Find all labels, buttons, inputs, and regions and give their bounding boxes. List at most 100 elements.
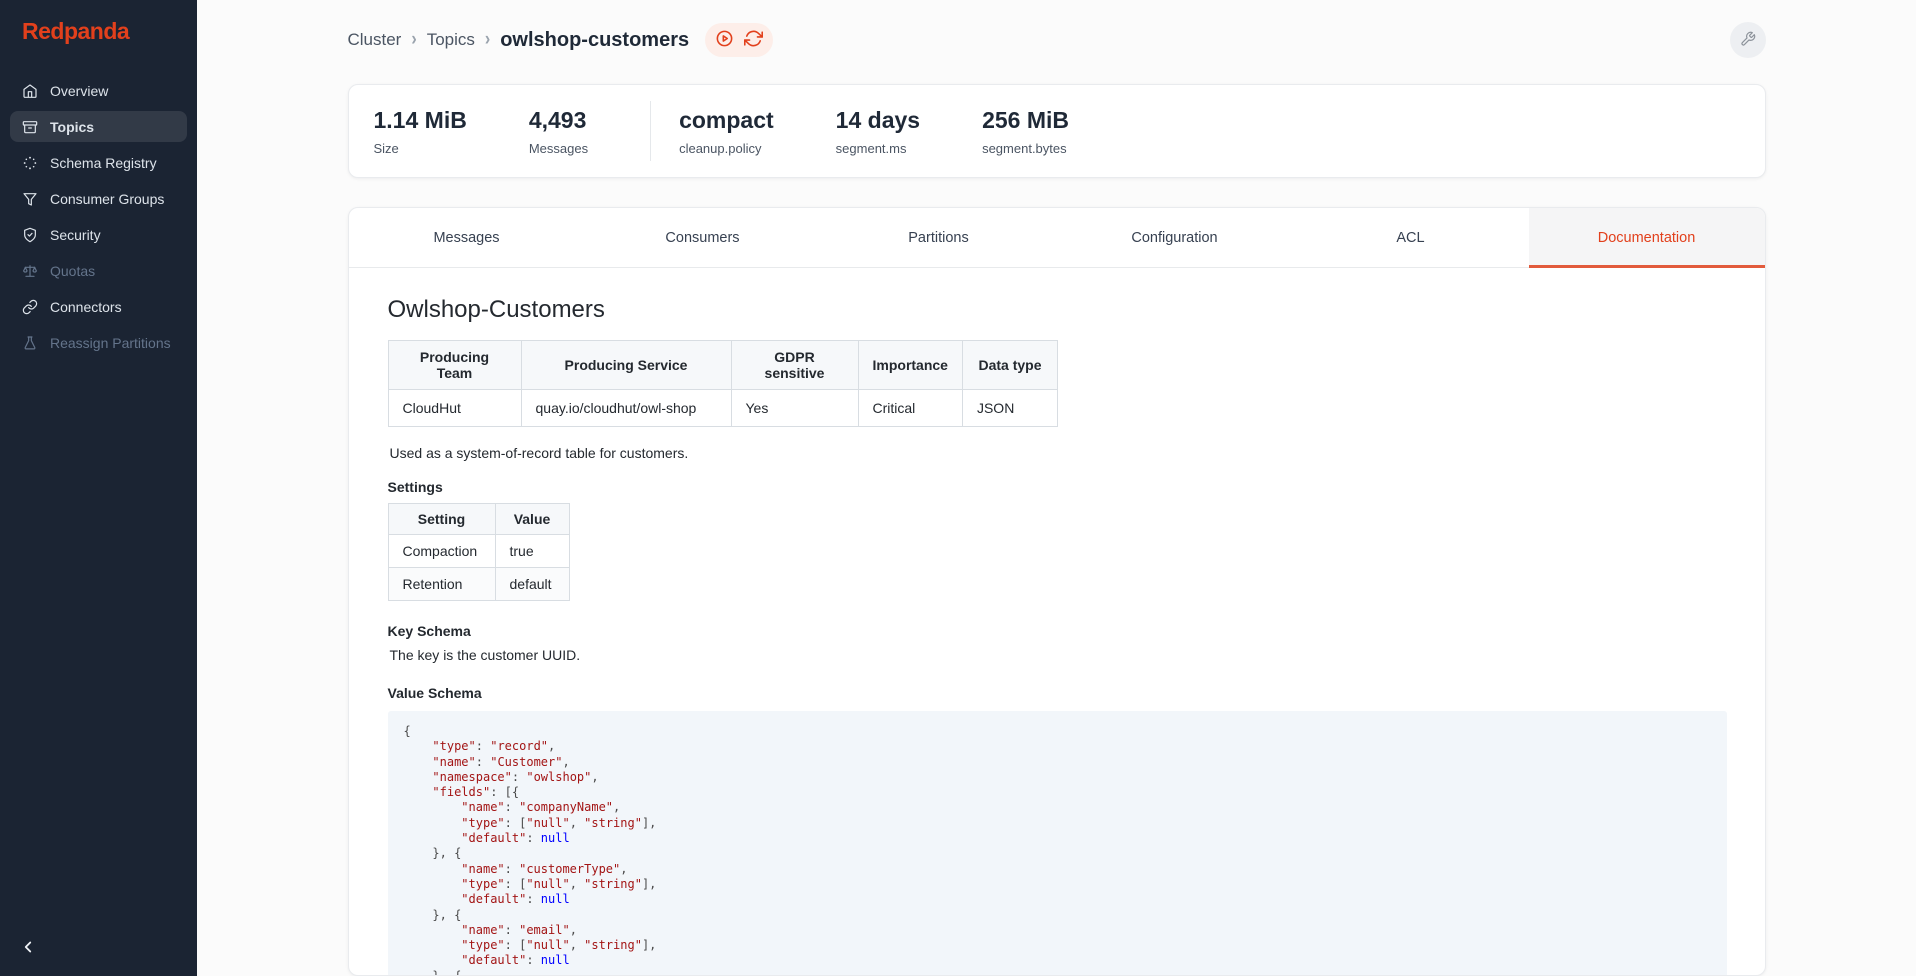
table-cell: true [495,535,569,568]
sidebar-item-label: Overview [50,83,108,99]
topic-stats-card: 1.14 MiB Size 4,493 Messages compact cleanup.… [348,84,1766,178]
wrench-icon [1740,31,1756,50]
topbar: Cluster › Topics › owlshop-customers [348,20,1766,60]
sidebar-item-label: Quotas [50,263,95,279]
sidebar-item-label: Security [50,227,101,243]
sidebar-item-overview[interactable]: Overview [10,75,187,106]
main-area: Cluster › Topics › owlshop-customers [197,0,1916,976]
sidebar-item-label: Topics [50,119,94,135]
table-cell: Yes [731,390,858,427]
table-row: Compactiontrue [388,535,569,568]
tab-consumers[interactable]: Consumers [585,208,821,267]
sidebar-item-label: Schema Registry [50,155,157,171]
table-header-cell: Data type [962,341,1057,390]
breadcrumb-topics[interactable]: Topics [427,30,475,50]
stat-messages: 4,493 Messages [529,106,588,156]
breadcrumb-current-topic: owlshop-customers [500,29,689,52]
value-schema-heading: Value Schema [388,685,1725,701]
stat-size: 1.14 MiB Size [374,106,467,156]
stat-value: compact [679,106,774,135]
code-line: "type": ["null", "string"], [404,877,1711,892]
tab-documentation[interactable]: Documentation [1529,208,1765,267]
code-line: "name": "email", [404,923,1711,938]
code-line: "default": null [404,953,1711,968]
sidebar-item-connectors[interactable]: Connectors [10,291,187,322]
sidebar-item-label: Consumer Groups [50,191,164,207]
table-cell: CloudHut [388,390,521,427]
table-cell: default [495,568,569,601]
refresh-icon [744,29,763,51]
shield-icon [22,227,38,243]
code-line: "type": ["null", "string"], [404,938,1711,953]
code-line: "type": ["null", "string"], [404,816,1711,831]
chevron-right-icon: › [485,29,490,51]
breadcrumb-cluster[interactable]: Cluster [348,30,402,50]
code-line: }, { [404,846,1711,861]
topic-detail-card: MessagesConsumersPartitionsConfiguration… [348,207,1766,976]
settings-wrench-button[interactable] [1730,22,1766,58]
table-header-cell: Producing Team [388,341,521,390]
key-schema-text: The key is the customer UUID. [390,647,1725,663]
chevron-right-icon: › [411,29,416,51]
stat-value: 4,493 [529,106,588,135]
settings-table: SettingValueCompactiontrueRetentiondefau… [388,503,570,601]
doc-description: Used as a system-of-record table for cus… [390,445,1725,461]
refresh-button[interactable] [744,29,763,51]
sidebar-item-quotas: Quotas [10,255,187,286]
stat-label: segment.ms [836,141,920,156]
produce-record-button[interactable] [715,29,734,51]
stat-label: cleanup.policy [679,141,774,156]
tab-configuration[interactable]: Configuration [1057,208,1293,267]
code-line: "default": null [404,831,1711,846]
code-line: "name": "customerType", [404,862,1711,877]
table-header-row: SettingValue [388,504,569,535]
tab-acl[interactable]: ACL [1293,208,1529,267]
table-header-row: Producing TeamProducing ServiceGDPR sens… [388,341,1057,390]
home-icon [22,83,38,99]
sidebar-item-consumer-groups[interactable]: Consumer Groups [10,183,187,214]
sidebar-item-topics[interactable]: Topics [10,111,187,142]
redpanda-logo: Redpanda [22,18,197,45]
code-line: "default": null [404,892,1711,907]
schema-registry-icon [22,155,38,171]
table-row: Retentiondefault [388,568,569,601]
sidebar-item-schema-registry[interactable]: Schema Registry [10,147,187,178]
sidebar-item-security[interactable]: Security [10,219,187,250]
stat-cleanup-policy: compact cleanup.policy [679,106,774,156]
chevron-left-icon [19,938,37,959]
tab-messages[interactable]: Messages [349,208,585,267]
topic-actions-pill [705,23,773,57]
doc-title: Owlshop-Customers [388,296,1725,324]
code-line: }, { [404,908,1711,923]
code-line: "namespace": "owlshop", [404,770,1711,785]
breadcrumb: Cluster › Topics › owlshop-customers [348,29,690,52]
settings-heading: Settings [388,479,1725,495]
table-cell: Retention [388,568,495,601]
table-header-cell: Value [495,504,569,535]
stat-label: Size [374,141,467,156]
producing-info-table: Producing TeamProducing ServiceGDPR sens… [388,340,1058,427]
stat-label: Messages [529,141,588,156]
tab-partitions[interactable]: Partitions [821,208,1057,267]
sidebar: Redpanda Overview Topics Schema Registry Co… [0,0,197,976]
code-line: "type": "record", [404,739,1711,754]
table-cell: Critical [858,390,962,427]
table-header-cell: Setting [388,504,495,535]
scale-icon [22,263,38,279]
link-icon [22,299,38,315]
table-header-cell: Importance [858,341,962,390]
sidebar-collapse-button[interactable] [14,934,42,962]
stat-value: 1.14 MiB [374,106,467,135]
documentation-panel: Owlshop-Customers Producing TeamProducin… [349,268,1765,976]
sidebar-item-label: Connectors [50,299,122,315]
code-line: "name": "companyName", [404,800,1711,815]
code-line: "fields": [{ [404,785,1711,800]
topics-icon [22,119,38,135]
topic-tabs: MessagesConsumersPartitionsConfiguration… [349,208,1765,268]
sidebar-item-reassign-partitions: Reassign Partitions [10,327,187,358]
table-cell: Compaction [388,535,495,568]
play-circle-icon [715,29,734,51]
table-header-cell: GDPR sensitive [731,341,858,390]
stat-segment-ms: 14 dayssegment.ms [836,106,920,156]
code-line: }, { [404,969,1711,976]
